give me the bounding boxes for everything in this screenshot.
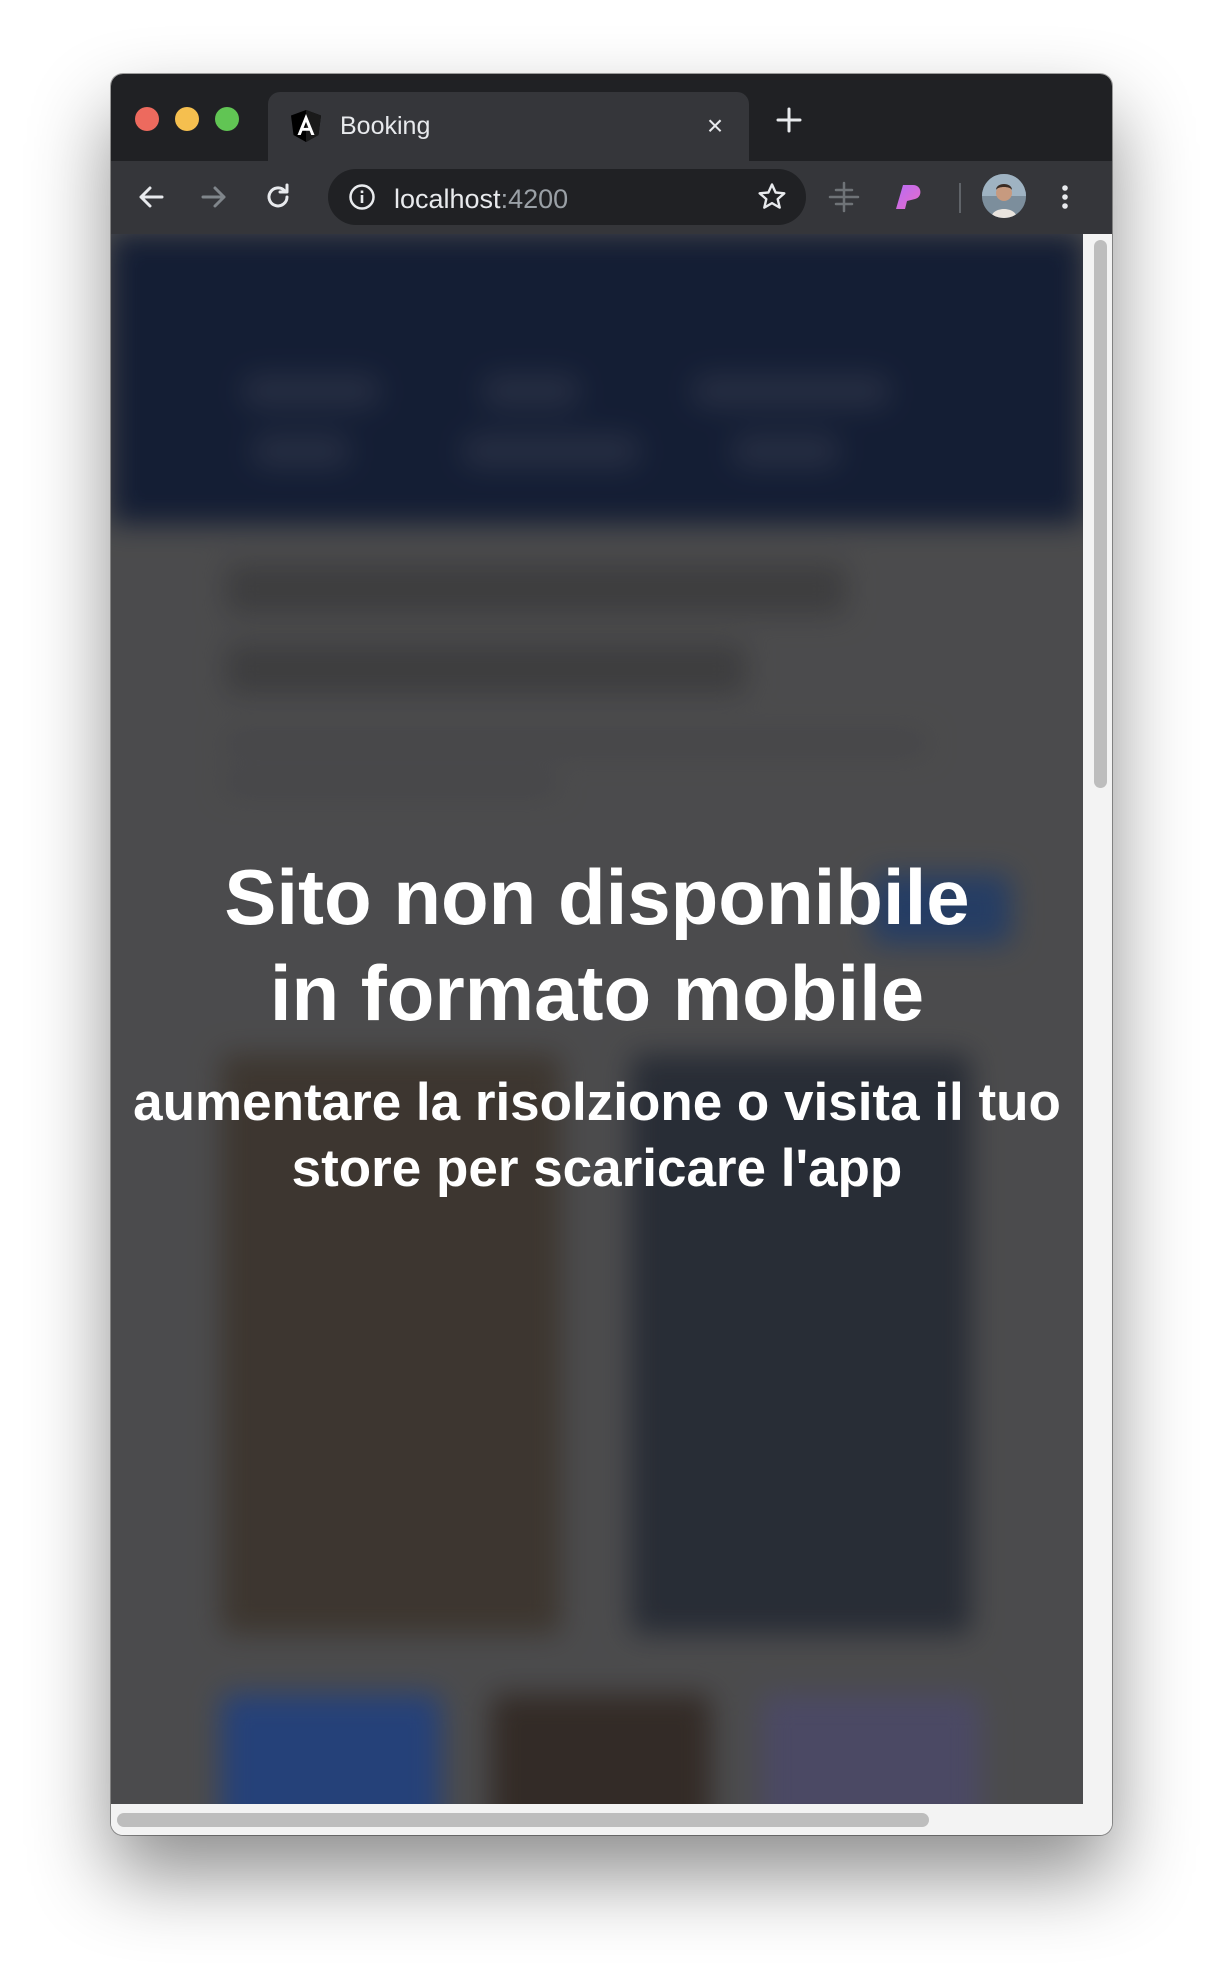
subtitle-line-1: aumentare la risolzione o visita il tuo bbox=[133, 1073, 1061, 1132]
toolbar-divider bbox=[959, 183, 961, 213]
unavailable-title: Sito non disponibile in formato mobile bbox=[111, 849, 1083, 1041]
new-tab-button[interactable] bbox=[773, 104, 805, 136]
browser-window: Booking × localhost:4200 Sito non dispon… bbox=[111, 74, 1112, 1835]
subtitle-line-2: store per scaricare l'app bbox=[291, 1139, 903, 1198]
profile-avatar[interactable] bbox=[982, 174, 1026, 218]
info-icon[interactable] bbox=[348, 183, 376, 211]
minimize-window-button[interactable] bbox=[175, 107, 199, 131]
title-line-2: in formato mobile bbox=[269, 949, 925, 1037]
close-window-button[interactable] bbox=[135, 107, 159, 131]
page-viewport: Sito non disponibile in formato mobile a… bbox=[111, 234, 1083, 1804]
vertical-scrollbar-thumb[interactable] bbox=[1094, 240, 1107, 788]
title-line-1: Sito non disponibile bbox=[224, 853, 970, 941]
tab-title: Booking bbox=[340, 112, 431, 140]
more-vert-icon[interactable] bbox=[1047, 179, 1083, 215]
reload-icon[interactable] bbox=[260, 179, 296, 215]
bookmark-star-icon[interactable] bbox=[756, 181, 788, 213]
extension-icon[interactable] bbox=[891, 179, 927, 215]
title-bar: Booking × bbox=[111, 74, 1112, 161]
forward-arrow-icon[interactable] bbox=[196, 179, 232, 215]
horizontal-scrollbar-thumb[interactable] bbox=[117, 1813, 929, 1827]
url-port: :4200 bbox=[500, 184, 569, 214]
browser-toolbar: localhost:4200 bbox=[111, 161, 1112, 234]
back-arrow-icon[interactable] bbox=[133, 179, 169, 215]
url-host: localhost bbox=[394, 184, 501, 214]
address-bar[interactable]: localhost:4200 bbox=[328, 169, 806, 225]
extension-icon[interactable] bbox=[826, 179, 862, 215]
url-text[interactable]: localhost:4200 bbox=[394, 184, 568, 215]
angular-icon bbox=[291, 110, 321, 142]
tab-close-button[interactable]: × bbox=[701, 112, 729, 140]
avatar-photo bbox=[982, 174, 1026, 218]
unavailable-subtitle: aumentare la risolzione o visita il tuo … bbox=[111, 1070, 1083, 1202]
zoom-window-button[interactable] bbox=[215, 107, 239, 131]
tab-booking[interactable]: Booking × bbox=[268, 92, 749, 161]
